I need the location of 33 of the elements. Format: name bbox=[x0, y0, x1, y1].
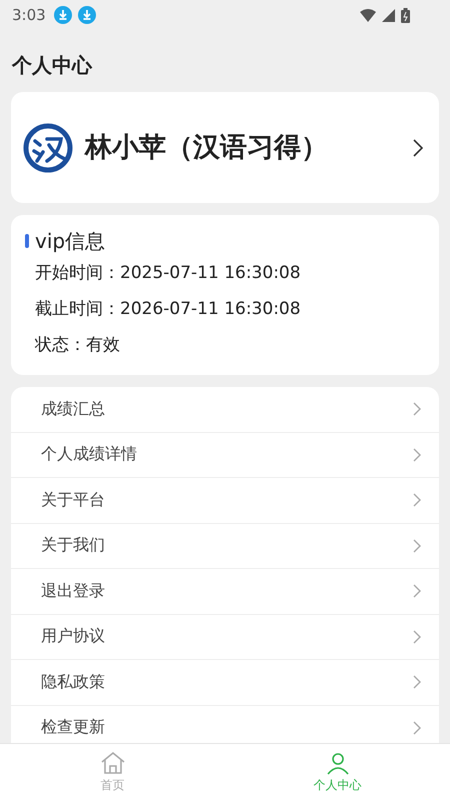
menu-item[interactable]: 隐私政策 bbox=[11, 660, 439, 706]
chevron-right-icon bbox=[413, 720, 421, 735]
vip-info-line: 开始时间：2025-07-11 16:30:08 bbox=[34, 262, 302, 285]
menu-item[interactable]: 个人成绩详情 bbox=[11, 432, 439, 478]
chevron-right-icon bbox=[413, 493, 421, 508]
signal-icon bbox=[382, 8, 395, 22]
status-time: 3:03 bbox=[12, 6, 46, 24]
chevron-right-icon bbox=[413, 538, 421, 553]
chevron-right-icon bbox=[413, 675, 421, 690]
chevron-right-icon bbox=[413, 448, 421, 462]
menu-item[interactable]: 退出登录 bbox=[11, 569, 439, 614]
section-title: vip信息 bbox=[35, 228, 106, 255]
download-icon bbox=[78, 6, 96, 24]
menu-item[interactable]: 用户协议 bbox=[11, 614, 439, 660]
logo-icon bbox=[23, 122, 73, 172]
chevron-right-icon bbox=[413, 402, 421, 416]
vip-info-line: 截止时间：2026-07-11 16:30:08 bbox=[34, 298, 302, 321]
menu-item[interactable]: 成绩汇总 bbox=[11, 387, 439, 432]
menu-item[interactable]: 关于平台 bbox=[11, 478, 439, 524]
battery-icon bbox=[401, 8, 410, 22]
home-icon bbox=[100, 750, 126, 774]
chevron-right-icon bbox=[413, 584, 421, 598]
page-title: 个人中心 bbox=[12, 52, 94, 78]
chevron-right-icon bbox=[413, 630, 421, 644]
user-name: 林小苹（汉语习得） bbox=[85, 130, 329, 164]
accent-bar bbox=[25, 234, 29, 248]
chevron-right-icon bbox=[413, 138, 423, 156]
vip-info-line: 状态：有效 bbox=[34, 334, 121, 357]
profile-card[interactable]: 林小苹（汉语习得） bbox=[11, 92, 439, 203]
wifi-icon bbox=[360, 8, 376, 22]
person-icon bbox=[324, 750, 350, 774]
download-icon bbox=[54, 6, 72, 24]
menu-item[interactable]: 关于我们 bbox=[11, 524, 439, 569]
